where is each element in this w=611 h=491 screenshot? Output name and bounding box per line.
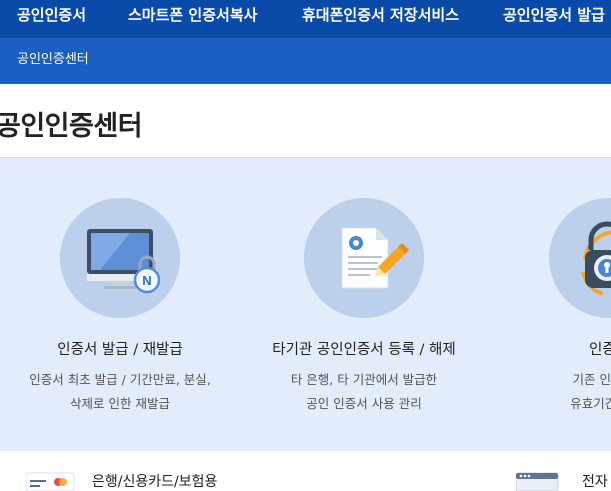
padlock-icon [581,221,611,296]
card-title: 타기관 공인인증서 등록 / 해제 [272,342,456,358]
card-icon-circle: N [60,198,180,318]
card-desc-line: 유효기간 30일 [570,396,611,411]
electronic-link[interactable]: 전자 [516,451,611,491]
card-icon-circle [549,198,611,318]
service-banner: N 인증서 발급 / 재발급 인증서 최초 발급 / 기간만료, 분실, 삭제로… [0,157,611,451]
card-desc-line: 삭제로 인한 재발급 [70,396,170,411]
bank-card-insurance-label: 은행/신용카드/보험용 [92,474,218,490]
page-title: 공인인증센터 [0,111,143,142]
sub-navigation: 공인인증센터 [0,38,611,84]
electronic-label: 전자 [582,474,608,490]
document-pen-icon [341,227,410,289]
card-description: 인증서 최초 발급 / 기간만료, 분실, 삭제로 인한 재발급 [0,368,240,416]
card-desc-line: 공인 인증서 사용 관리 [306,396,422,411]
nav-item-smartphone-copy[interactable]: 스마트폰 인증서복사 [128,0,257,38]
bottom-links: 은행/신용카드/보험용 전자 [0,451,611,491]
nav-item-certificate[interactable]: 공인인증서 [17,0,86,38]
nav-item-certificate-issue[interactable]: 공인인증서 발급 [503,0,605,38]
card-icon-circle [304,198,424,318]
monitor-lock-icon: N [87,229,161,294]
nav-item-phone-storage[interactable]: 휴대폰인증서 저장서비스 [302,0,459,38]
card-desc-line: 타 은행, 타 기관에서 발급한 [290,372,438,387]
browser-window-icon [516,472,559,491]
card-desc-line: 인증서 최초 발급 / 기간만료, 분실, [29,372,211,387]
card-description: 타 은행, 타 기관에서 발급한 공인 인증서 사용 관리 [244,368,484,416]
subnav-item-cert-center[interactable]: 공인인증센터 [17,38,89,82]
bank-card-insurance-link[interactable]: 은행/신용카드/보험용 [26,451,246,491]
card-title: 인증서 발급 / 재발급 [57,342,183,358]
card-icon [26,472,75,491]
card-desc-line: 기존 인증서의 [572,372,611,387]
svg-text:N: N [142,273,151,288]
card-title: 인증서 [588,342,611,358]
card-description: 기존 인증서의 유효기간 30일 [489,368,611,416]
top-navigation: 공인인증서 스마트폰 인증서복사 휴대폰인증서 저장서비스 공인인증서 발급 [0,0,611,38]
